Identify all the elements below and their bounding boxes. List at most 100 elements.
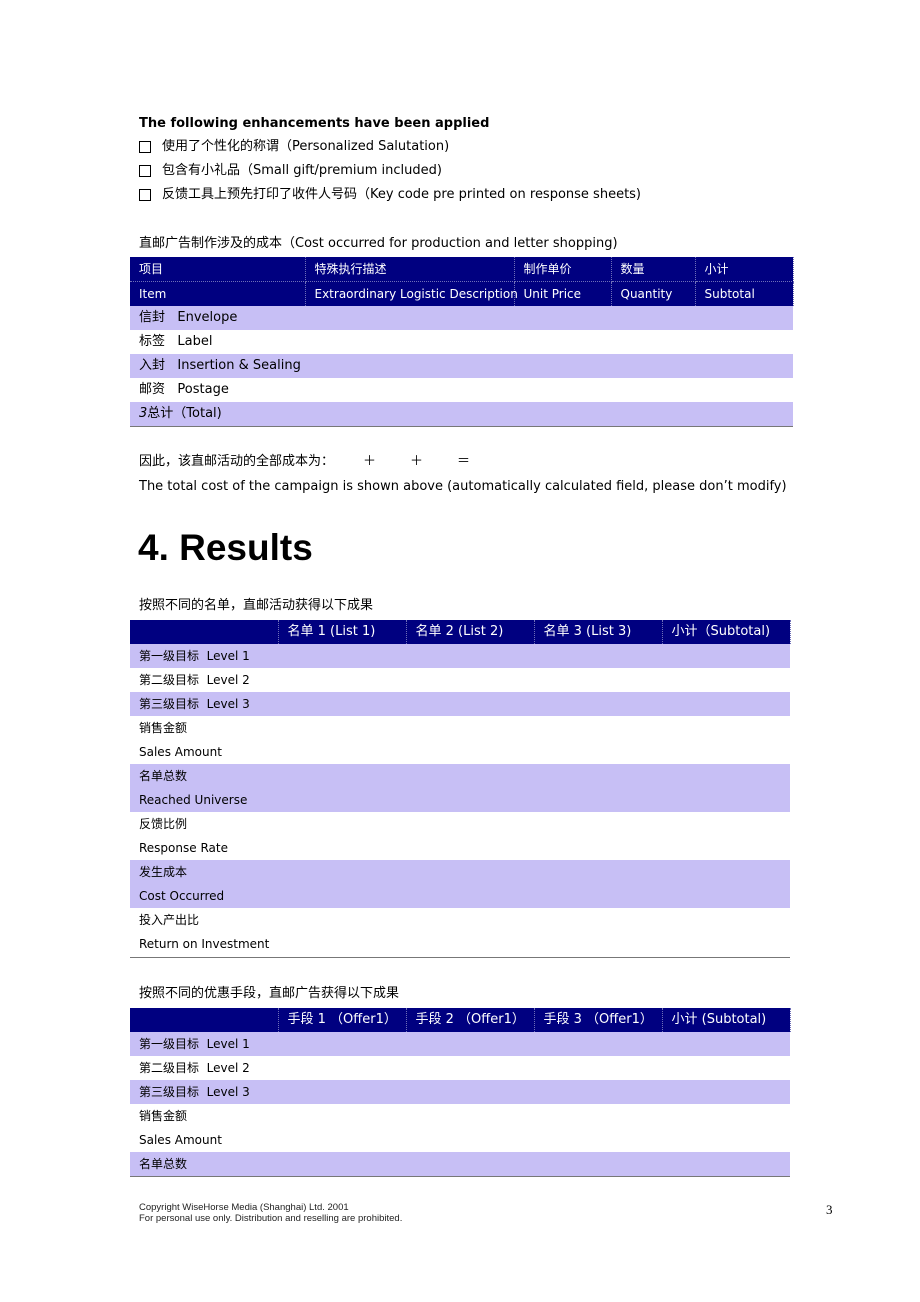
value-cell[interactable] xyxy=(662,884,790,908)
value-cell[interactable] xyxy=(662,908,790,932)
description-cell[interactable] xyxy=(305,354,514,378)
value-cell[interactable] xyxy=(662,788,790,812)
value-cell[interactable] xyxy=(662,764,790,788)
value-cell[interactable] xyxy=(406,788,534,812)
value-cell[interactable] xyxy=(278,812,406,836)
value-cell[interactable] xyxy=(534,932,662,956)
value-cell[interactable] xyxy=(406,740,534,764)
value-cell[interactable] xyxy=(278,1104,406,1128)
checkbox-key-code[interactable] xyxy=(139,189,151,201)
value-cell[interactable] xyxy=(662,812,790,836)
value-cell[interactable] xyxy=(406,836,534,860)
description-cell[interactable] xyxy=(305,306,514,330)
enhancement-option-gift[interactable]: 包含有小礼品（Small gift/premium included) xyxy=(139,159,442,183)
value-cell[interactable] xyxy=(278,740,406,764)
value-cell[interactable] xyxy=(662,1104,790,1128)
value-cell[interactable] xyxy=(662,644,790,668)
value-cell[interactable] xyxy=(662,1128,790,1152)
value-cell[interactable] xyxy=(662,836,790,860)
value-cell[interactable] xyxy=(662,668,790,692)
value-cell[interactable] xyxy=(662,740,790,764)
value-cell[interactable] xyxy=(662,932,790,956)
value-cell[interactable] xyxy=(278,716,406,740)
value-cell[interactable] xyxy=(534,908,662,932)
value-cell[interactable] xyxy=(278,1128,406,1152)
value-cell[interactable] xyxy=(534,716,662,740)
subtotal-cell[interactable] xyxy=(695,378,793,402)
value-cell[interactable] xyxy=(406,692,534,716)
value-cell[interactable] xyxy=(278,836,406,860)
quantity-cell[interactable] xyxy=(611,378,695,402)
value-cell[interactable] xyxy=(534,788,662,812)
value-cell[interactable] xyxy=(662,716,790,740)
quantity-cell[interactable] xyxy=(611,354,695,378)
value-cell[interactable] xyxy=(406,764,534,788)
value-cell[interactable] xyxy=(278,908,406,932)
value-cell[interactable] xyxy=(534,740,662,764)
value-cell[interactable] xyxy=(534,692,662,716)
value-cell[interactable] xyxy=(278,788,406,812)
value-cell[interactable] xyxy=(534,1032,662,1056)
description-cell[interactable] xyxy=(305,378,514,402)
value-cell[interactable] xyxy=(534,1056,662,1080)
value-cell[interactable] xyxy=(278,1056,406,1080)
value-cell[interactable] xyxy=(534,1080,662,1104)
value-cell[interactable] xyxy=(406,908,534,932)
unit-price-cell[interactable] xyxy=(514,354,611,378)
value-cell[interactable] xyxy=(406,644,534,668)
value-cell[interactable] xyxy=(534,1152,662,1176)
subtotal-cell[interactable] xyxy=(695,330,793,354)
quantity-cell[interactable] xyxy=(611,402,695,426)
enhancement-option-keycode[interactable]: 反馈工具上预先打印了收件人号码（Key code pre printed on … xyxy=(139,183,641,207)
value-cell[interactable] xyxy=(534,812,662,836)
value-cell[interactable] xyxy=(662,1056,790,1080)
value-cell[interactable] xyxy=(662,1152,790,1176)
value-cell[interactable] xyxy=(534,836,662,860)
value-cell[interactable] xyxy=(534,668,662,692)
value-cell[interactable] xyxy=(534,860,662,884)
value-cell[interactable] xyxy=(406,884,534,908)
value-cell[interactable] xyxy=(406,860,534,884)
checkbox-small-gift[interactable] xyxy=(139,165,151,177)
unit-price-cell[interactable] xyxy=(514,378,611,402)
description-cell[interactable] xyxy=(305,402,514,426)
value-cell[interactable] xyxy=(278,764,406,788)
value-cell[interactable] xyxy=(406,716,534,740)
value-cell[interactable] xyxy=(662,692,790,716)
unit-price-cell[interactable] xyxy=(514,402,611,426)
value-cell[interactable] xyxy=(662,860,790,884)
value-cell[interactable] xyxy=(406,1104,534,1128)
description-cell[interactable] xyxy=(305,330,514,354)
value-cell[interactable] xyxy=(534,1128,662,1152)
quantity-cell[interactable] xyxy=(611,306,695,330)
value-cell[interactable] xyxy=(406,1056,534,1080)
value-cell[interactable] xyxy=(534,1104,662,1128)
value-cell[interactable] xyxy=(662,1080,790,1104)
value-cell[interactable] xyxy=(406,1128,534,1152)
value-cell[interactable] xyxy=(406,668,534,692)
value-cell[interactable] xyxy=(278,692,406,716)
value-cell[interactable] xyxy=(278,884,406,908)
value-cell[interactable] xyxy=(278,668,406,692)
unit-price-cell[interactable] xyxy=(514,306,611,330)
subtotal-cell[interactable] xyxy=(695,354,793,378)
value-cell[interactable] xyxy=(662,1032,790,1056)
value-cell[interactable] xyxy=(278,1032,406,1056)
value-cell[interactable] xyxy=(278,860,406,884)
enhancement-option-personalized[interactable]: 使用了个性化的称谓（Personalized Salutation) xyxy=(139,135,449,159)
quantity-cell[interactable] xyxy=(611,330,695,354)
subtotal-cell[interactable] xyxy=(695,306,793,330)
value-cell[interactable] xyxy=(534,764,662,788)
value-cell[interactable] xyxy=(406,812,534,836)
value-cell[interactable] xyxy=(406,1152,534,1176)
value-cell[interactable] xyxy=(278,1080,406,1104)
value-cell[interactable] xyxy=(278,644,406,668)
checkbox-personalized-salutation[interactable] xyxy=(139,141,151,153)
value-cell[interactable] xyxy=(406,1032,534,1056)
value-cell[interactable] xyxy=(406,1080,534,1104)
value-cell[interactable] xyxy=(534,884,662,908)
unit-price-cell[interactable] xyxy=(514,330,611,354)
subtotal-cell[interactable] xyxy=(695,402,793,426)
value-cell[interactable] xyxy=(278,1152,406,1176)
value-cell[interactable] xyxy=(278,932,406,956)
